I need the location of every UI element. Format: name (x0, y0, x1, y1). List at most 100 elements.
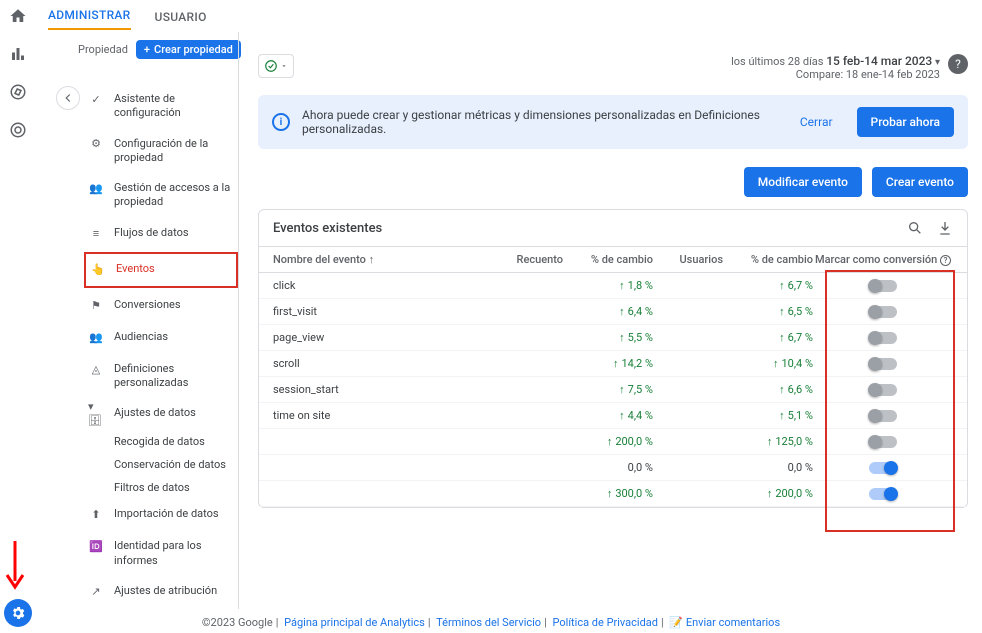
admin-sidebar: ✓Asistente de configuración ⚙ Configuració… (48, 68, 238, 609)
sidebar-icon: ⚙ (88, 137, 104, 153)
sidebar-icon: ⬆ (88, 507, 104, 523)
sidebar-subitem[interactable]: Conservación de datos (110, 453, 238, 476)
pct2-cell: 10,4 % (723, 357, 813, 370)
pct-cell: 14,2 % (563, 357, 653, 370)
sidebar-label: Flujos de datos (114, 226, 189, 240)
footer-link[interactable]: Política de Privacidad (553, 616, 658, 629)
pct2-cell: 0,0 % (723, 461, 813, 474)
pct2-cell: 6,5 % (723, 305, 813, 318)
sidebar-icon: ▾ 🗄 (88, 406, 104, 422)
sidebar-item[interactable]: ≡Flujos de datos (84, 218, 238, 250)
pct-cell: 7,5 % (563, 383, 653, 396)
sidebar-label: Audiencias (114, 330, 168, 344)
sidebar-item[interactable]: ▾ 🗄 Ajustes de datos (84, 398, 238, 430)
sidebar-item[interactable]: 👥Audiencias (84, 322, 238, 354)
sidebar-item[interactable]: 👆 Eventos (84, 252, 238, 288)
info-banner: i Ahora puede crear y gestionar métricas… (258, 95, 968, 149)
banner-close[interactable]: Cerrar (800, 115, 833, 129)
table-row: 0,0 % 0,0 % (259, 455, 967, 481)
advertising-icon[interactable] (8, 120, 28, 140)
table-row: page_view 5,5 % 6,7 % (259, 325, 967, 351)
sidebar-item[interactable]: 👥 Gestión de accesos a la propiedad (84, 173, 238, 218)
pct-cell: 6,4 % (563, 305, 653, 318)
sidebar-item[interactable]: ⚑ Conversiones (84, 290, 238, 322)
footer-feedback[interactable]: Enviar comentarios (686, 616, 780, 629)
divider (238, 32, 239, 609)
table-row: 200,0 % 125,0 % (259, 429, 967, 455)
conversion-toggle[interactable] (869, 306, 897, 318)
sidebar-item[interactable]: ⬆ Importación de datos (84, 499, 238, 531)
conversion-toggle[interactable] (869, 280, 897, 292)
sidebar-icon: 🆔 (88, 539, 104, 555)
date-range[interactable]: los últimos 28 días 15 feb-14 mar 2023 ▾… (731, 54, 968, 81)
sidebar-label: Identidad para los informes (114, 539, 234, 568)
event-name: scroll (273, 357, 493, 370)
sidebar-item[interactable]: 🕘Historial de cambios de la propiedad (84, 608, 238, 609)
pct-cell: 0,0 % (563, 461, 653, 474)
sidebar-item[interactable]: ⚙ Configuración de la propiedad (84, 129, 238, 174)
pct2-cell: 125,0 % (723, 435, 813, 448)
property-label: Propiedad (78, 43, 128, 56)
pct2-cell: 5,1 % (723, 409, 813, 422)
sidebar-item[interactable]: ↗Ajustes de atribución (84, 576, 238, 608)
footer-link[interactable]: Página principal de Analytics (284, 616, 425, 629)
conversion-toggle[interactable] (869, 332, 897, 344)
pct-cell: 200,0 % (563, 435, 653, 448)
pct2-cell: 6,7 % (723, 279, 813, 292)
search-icon[interactable] (907, 220, 923, 236)
table-row: first_visit 6,4 % 6,5 % (259, 299, 967, 325)
sidebar-label: Eventos (116, 262, 155, 276)
conversion-toggle[interactable] (869, 384, 897, 396)
explore-icon[interactable] (8, 82, 28, 102)
sidebar-label: Definiciones personalizadas (114, 362, 234, 391)
sidebar-subitem[interactable]: Recogida de datos (110, 430, 238, 453)
sidebar-item[interactable]: ◬Definiciones personalizadas (84, 354, 238, 399)
event-name: session_start (273, 383, 493, 396)
download-icon[interactable] (937, 220, 953, 236)
conversion-toggle[interactable] (869, 358, 897, 370)
conversion-toggle[interactable] (869, 436, 897, 448)
modify-event-button[interactable]: Modificar evento (744, 167, 862, 197)
table-row: session_start 7,5 % 6,6 % (259, 377, 967, 403)
sidebar-icon: ↗ (88, 584, 104, 600)
pct-cell: 300,0 % (563, 487, 653, 500)
tab-admin[interactable]: ADMINISTRAR (48, 8, 131, 30)
info-icon: i (272, 113, 290, 131)
sidebar-item[interactable]: ✓Asistente de configuración (84, 84, 238, 129)
sidebar-item[interactable]: 🆔 Identidad para los informes (84, 531, 238, 576)
create-property-button[interactable]: +Crear propiedad (136, 40, 241, 59)
banner-try-button[interactable]: Probar ahora (857, 107, 954, 137)
pct-cell: 1,8 % (563, 279, 653, 292)
events-card: Eventos existentes Nombre del evento ↑ R… (258, 209, 968, 508)
help-icon[interactable]: ? (948, 54, 968, 74)
create-event-button[interactable]: Crear evento (872, 167, 968, 197)
sidebar-label: Gestión de accesos a la propiedad (114, 181, 234, 210)
sidebar-icon: 👥 (88, 181, 104, 197)
pct2-cell: 6,6 % (723, 383, 813, 396)
sidebar-subitem[interactable]: Filtros de datos (110, 476, 238, 499)
sidebar-icon: ⚑ (88, 298, 104, 314)
conversion-toggle[interactable] (869, 462, 897, 474)
pct2-cell: 6,7 % (723, 331, 813, 344)
event-name: page_view (273, 331, 493, 344)
event-name: first_visit (273, 305, 493, 318)
sidebar-icon: 👆 (90, 262, 106, 278)
pct-cell: 5,5 % (563, 331, 653, 344)
sidebar-label: Conversiones (114, 298, 181, 312)
table-row: 300,0 % 200,0 % (259, 481, 967, 507)
conversion-toggle[interactable] (869, 410, 897, 422)
table-row: time on site 4,4 % 5,1 % (259, 403, 967, 429)
home-icon[interactable] (8, 6, 28, 26)
pct2-cell: 200,0 % (723, 487, 813, 500)
sidebar-icon: ✓ (88, 92, 104, 108)
pct-cell: 4,4 % (563, 409, 653, 422)
event-name: time on site (273, 409, 493, 422)
reports-icon[interactable] (8, 44, 28, 64)
sidebar-label: Importación de datos (114, 507, 219, 521)
conversion-toggle[interactable] (869, 488, 897, 500)
tab-user[interactable]: USUARIO (155, 10, 207, 30)
sidebar-label: Configuración de la propiedad (114, 137, 234, 166)
sidebar-label: Ajustes de datos (114, 406, 196, 420)
status-filter-dropdown[interactable] (258, 54, 294, 78)
footer-link[interactable]: Términos del Servicio (436, 616, 541, 629)
